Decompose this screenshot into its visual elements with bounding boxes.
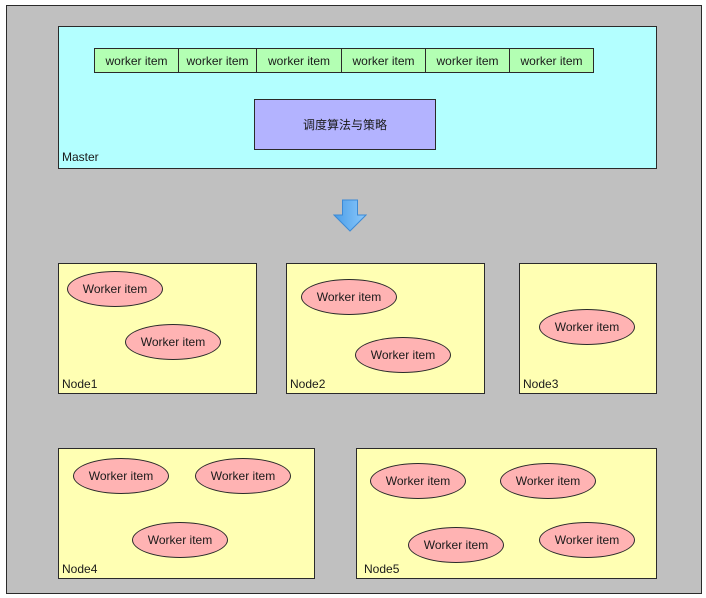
worker-item-label: Worker item	[423, 538, 489, 552]
worker-item-label: Worker item	[140, 335, 206, 349]
worker-item[interactable]: Worker item	[132, 522, 228, 558]
node-label: Node1	[62, 377, 98, 391]
node-label: Node4	[62, 562, 98, 576]
worker-item-label: Worker item	[554, 533, 620, 547]
queue-item[interactable]: worker item	[256, 48, 342, 73]
worker-item[interactable]: Worker item	[355, 337, 451, 373]
queue-item[interactable]: worker item	[341, 48, 426, 73]
worker-item-label: Worker item	[82, 282, 148, 296]
worker-item-label: Worker item	[385, 474, 451, 488]
worker-item-label: Worker item	[370, 348, 436, 362]
worker-item[interactable]: Worker item	[539, 522, 635, 558]
worker-item[interactable]: Worker item	[125, 324, 221, 360]
queue-item[interactable]: worker item	[178, 48, 257, 73]
node-label: Node5	[364, 562, 400, 576]
worker-item-label: Worker item	[210, 469, 276, 483]
queue-item[interactable]: worker item	[509, 48, 594, 73]
node-label: Node2	[290, 377, 326, 391]
scheduler-label: 调度算法与策略	[302, 118, 387, 132]
worker-item[interactable]: Worker item	[408, 527, 504, 563]
down-arrow-icon	[333, 199, 367, 232]
worker-item-label: Worker item	[316, 290, 382, 304]
worker-item[interactable]: Worker item	[370, 463, 466, 499]
master-queue: worker item worker item worker item work…	[94, 48, 594, 73]
worker-item[interactable]: Worker item	[73, 458, 169, 494]
master-label: Master	[62, 150, 99, 164]
worker-item-label: Worker item	[554, 320, 620, 334]
worker-item[interactable]: Worker item	[539, 309, 635, 345]
queue-item[interactable]: worker item	[94, 48, 179, 73]
worker-item-label: Worker item	[147, 533, 213, 547]
worker-item[interactable]: Worker item	[500, 463, 596, 499]
scheduler-box[interactable]: 调度算法与策略	[254, 99, 436, 150]
queue-item[interactable]: worker item	[425, 48, 510, 73]
worker-item[interactable]: Worker item	[301, 279, 397, 315]
worker-item-label: Worker item	[88, 469, 154, 483]
worker-item[interactable]: Worker item	[195, 458, 291, 494]
node-label: Node3	[523, 377, 559, 391]
worker-item[interactable]: Worker item	[67, 271, 163, 307]
worker-item-label: Worker item	[515, 474, 581, 488]
